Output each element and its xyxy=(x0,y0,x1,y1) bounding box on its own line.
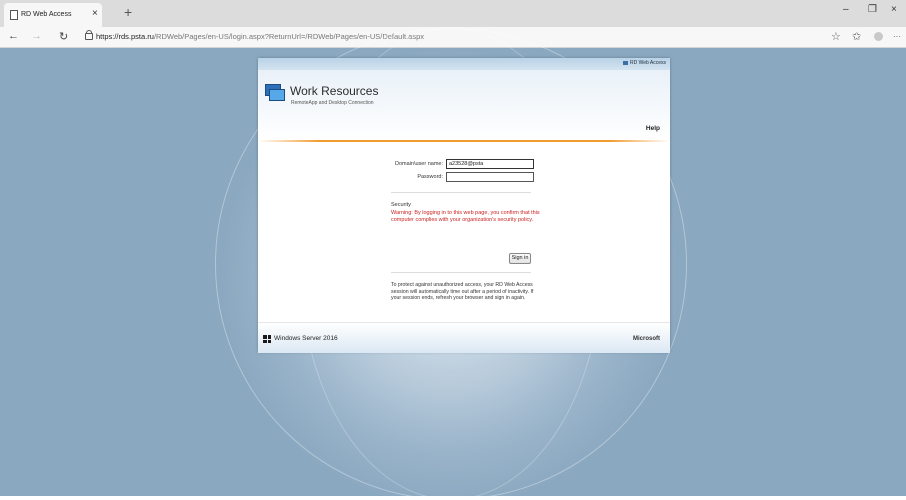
sign-in-button[interactable]: Sign in xyxy=(509,253,531,264)
password-input[interactable] xyxy=(446,172,534,182)
back-icon[interactable]: ← xyxy=(8,30,19,42)
close-window-icon[interactable]: × xyxy=(891,4,897,15)
product-name: Windows Server 2016 xyxy=(274,335,338,342)
security-title: Security xyxy=(391,202,411,208)
panel-footer: Windows Server 2016 Microsoft xyxy=(258,322,670,353)
url-host: https://rds.psta.ru xyxy=(96,32,154,41)
app-subtitle: RemoteApp and Desktop Connection xyxy=(291,100,374,106)
new-tab-button[interactable]: + xyxy=(124,4,132,20)
rd-web-access-label: RD Web Access xyxy=(622,60,666,66)
favorite-icon[interactable]: ☆ xyxy=(831,30,841,43)
divider xyxy=(391,192,531,193)
reload-icon[interactable]: ↻ xyxy=(59,30,68,43)
panel-banner: RD Web Access xyxy=(258,58,670,70)
windows-logo-icon xyxy=(263,335,271,343)
browser-tab-bar: RD Web Access × + – ❐ × xyxy=(0,0,906,27)
divider xyxy=(391,272,531,273)
vendor-name: Microsoft xyxy=(633,336,660,342)
app-title: Work Resources xyxy=(290,84,379,98)
tab-title: RD Web Access xyxy=(21,11,72,18)
rd-icon xyxy=(622,60,628,65)
rd-web-access-text: RD Web Access xyxy=(629,60,666,66)
timeout-note: To protect against unauthorized access, … xyxy=(391,282,534,302)
username-label: Domain\user name: xyxy=(395,161,443,167)
help-link[interactable]: Help xyxy=(646,125,660,132)
orange-divider xyxy=(258,140,670,142)
tab-close-icon[interactable]: × xyxy=(92,8,98,19)
username-input[interactable]: a23528@psta xyxy=(446,159,534,169)
password-label: Password: xyxy=(417,174,443,180)
more-icon[interactable]: ··· xyxy=(893,32,901,41)
panel-header: Work Resources RemoteApp and Desktop Con… xyxy=(258,70,670,140)
lock-icon xyxy=(85,30,93,40)
maximize-icon[interactable]: ❐ xyxy=(868,4,877,15)
login-panel: RD Web Access Work Resources RemoteApp a… xyxy=(258,58,670,353)
minimize-icon[interactable]: – xyxy=(843,4,849,15)
forward-icon[interactable]: → xyxy=(31,30,42,42)
page-icon xyxy=(10,10,18,20)
browser-tab[interactable]: RD Web Access × xyxy=(4,3,102,27)
favorites-icon[interactable]: ✩ xyxy=(852,30,861,43)
remote-desktop-icon xyxy=(265,84,285,101)
profile-avatar[interactable] xyxy=(874,32,883,41)
security-warning: Warning: By logging in to this web page,… xyxy=(391,210,540,223)
